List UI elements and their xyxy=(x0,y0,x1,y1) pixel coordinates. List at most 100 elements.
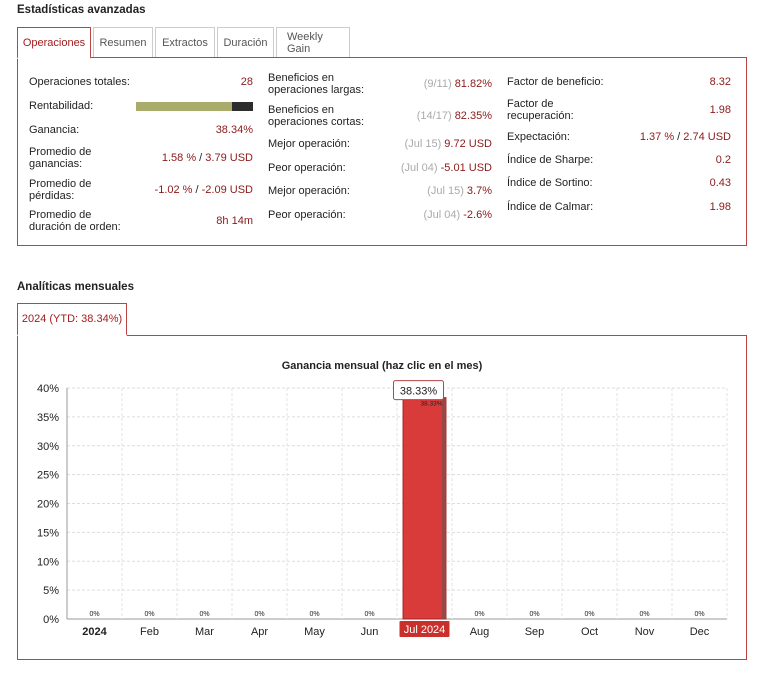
stat-label: Índice de Calmar: xyxy=(507,201,594,213)
tab-resumen[interactable]: Resumen xyxy=(93,27,153,58)
x-tick-label: Nov xyxy=(635,626,655,638)
stat-value: (14/17) 82.35% xyxy=(416,110,492,122)
stat-row-sharpe: Índice de Sharpe: 0.2 xyxy=(507,154,731,166)
bar-value-label: 0% xyxy=(309,611,319,618)
y-tick-label: 15% xyxy=(37,527,59,539)
bar-value-label: 0% xyxy=(639,611,649,618)
bar-value-label: 0% xyxy=(529,611,539,618)
tab-year-2024[interactable]: 2024 (YTD: 38.34%) xyxy=(17,303,127,336)
x-tick-label: Aug xyxy=(470,626,490,638)
stat-label: Factor de beneficio: xyxy=(507,76,604,88)
stat-row-profitability: Rentabilidad: xyxy=(29,100,253,112)
bar-jul[interactable] xyxy=(402,397,447,620)
stat-label: Promedio de pérdidas: xyxy=(29,178,92,202)
stat-value: (9/11) 81.82% xyxy=(423,78,492,90)
x-tick-label: May xyxy=(304,626,325,638)
stat-row-total-ops: Operaciones totales: 28 xyxy=(29,76,253,88)
tooltip-text: 38.33% xyxy=(400,386,438,398)
stat-label: Rentabilidad: xyxy=(29,100,94,112)
monthly-analytics-title: Analíticas mensuales xyxy=(17,281,134,293)
tab-duracion[interactable]: Duración xyxy=(217,27,274,58)
stat-row-recovery-factor: Factor de recuperación: 1.98 xyxy=(507,98,731,122)
tab-extractos[interactable]: Extractos xyxy=(155,27,215,58)
stat-value: 0.43 xyxy=(709,177,731,189)
stat-label: Peor operación: xyxy=(268,162,346,174)
stat-row-short-wins: Beneficios en operaciones cortas: (14/17… xyxy=(268,104,492,128)
operations-panel: Operaciones totales: 28 Rentabilidad: Ga… xyxy=(17,57,747,246)
bar-value-label: 0% xyxy=(254,611,264,618)
stat-label: Promedio de ganancias: xyxy=(29,146,92,170)
x-tick-label: Dec xyxy=(690,626,710,638)
stat-value: (Jul 04) -5.01 USD xyxy=(400,162,492,174)
stat-row-gain: Ganancia: 38.34% xyxy=(29,124,253,136)
bar-value-label: 0% xyxy=(694,611,704,618)
stat-row-long-wins: Beneficios en operaciones largas: (9/11)… xyxy=(268,72,492,96)
stat-label: Beneficios en operaciones cortas: xyxy=(268,104,364,128)
stat-row-expectancy: Expectación: 1.37 % / 2.74 USD xyxy=(507,131,731,143)
stat-label: Mejor operación: xyxy=(268,138,350,150)
stat-value: -1.02 % / -2.09 USD xyxy=(154,184,253,196)
stat-row-best-trade-pct: Mejor operación: (Jul 15) 3.7% xyxy=(268,185,492,197)
stat-label: Beneficios en operaciones largas: xyxy=(268,72,365,96)
profitability-bar-fill xyxy=(136,101,232,111)
stat-value: 1.58 % / 3.79 USD xyxy=(161,152,253,164)
stat-value: 38.34% xyxy=(215,124,253,136)
stat-row-worst-trade-pct: Peor operación: (Jul 04) -2.6% xyxy=(268,209,492,221)
stat-value: 1.98 xyxy=(709,104,731,116)
monthly-gain-chart: 0% 5% 10% 15% 20% 25% 30% 35% 40% 0% 2024 0% Feb 0% Ma… xyxy=(37,380,728,638)
monthly-panel: Ganancia mensual (haz clic en el mes) 0%… xyxy=(17,335,747,660)
stat-value: 1.98 xyxy=(709,201,731,213)
stat-label: Promedio de duración de orden: xyxy=(29,209,121,233)
bar-value-label: 0% xyxy=(144,611,154,618)
advanced-stats-title: Estadísticas avanzadas xyxy=(17,4,146,16)
stat-row-avg-loss: Promedio de pérdidas: -1.02 % / -2.09 US… xyxy=(29,178,253,202)
y-tick-label: 30% xyxy=(37,441,59,453)
stat-label: Factor de recuperación: xyxy=(507,98,574,122)
bar-value-label: 0% xyxy=(584,611,594,618)
tab-weekly-gain[interactable]: Weekly Gain xyxy=(276,27,350,58)
bar-value-label: 0% xyxy=(199,611,209,618)
stat-value: (Jul 04) -2.6% xyxy=(423,209,493,221)
stat-label: Índice de Sharpe: xyxy=(507,154,594,166)
stat-row-best-trade-usd: Mejor operación: (Jul 15) 9.72 USD xyxy=(268,138,492,150)
x-tick-label: Jul 2024 xyxy=(404,624,446,636)
profitability-bar xyxy=(136,101,253,111)
y-tick-label: 35% xyxy=(37,412,59,424)
y-tick-label: 20% xyxy=(37,499,59,511)
y-tick-label: 10% xyxy=(37,556,59,568)
stat-row-profit-factor: Factor de beneficio: 8.32 xyxy=(507,76,731,88)
stat-value: 0.2 xyxy=(715,154,731,166)
stat-label: Peor operación: xyxy=(268,209,346,221)
stat-label: Expectación: xyxy=(507,131,570,143)
stat-value: 1.37 % / 2.74 USD xyxy=(639,131,731,143)
y-tick-label: 5% xyxy=(43,585,59,597)
x-tick-label: Feb xyxy=(140,626,159,638)
y-tick-label: 40% xyxy=(37,383,59,395)
x-tick-label: Apr xyxy=(251,626,268,638)
stat-value: (Jul 15) 9.72 USD xyxy=(404,138,492,150)
x-tick-label: Jun xyxy=(361,626,379,638)
y-tick-label: 0% xyxy=(43,614,59,626)
tab-operaciones[interactable]: Operaciones xyxy=(17,27,91,59)
x-tick-label: 2024 xyxy=(82,626,107,638)
bar-value-label: 0% xyxy=(364,611,374,618)
stat-row-sortino: Índice de Sortino: 0.43 xyxy=(507,177,731,189)
stat-label: Mejor operación: xyxy=(268,185,350,197)
stat-value: 28 xyxy=(240,76,253,88)
stat-label: Índice de Sortino: xyxy=(507,177,593,189)
stat-value: (Jul 15) 3.7% xyxy=(427,185,492,197)
y-tick-label: 25% xyxy=(37,470,59,482)
x-tick-label: Oct xyxy=(581,626,598,638)
bar-shadow xyxy=(441,397,446,619)
stat-row-avg-duration: Promedio de duración de orden: 8h 14m xyxy=(29,209,253,233)
bar-value-label: 38.33% xyxy=(421,401,443,408)
stat-row-avg-win: Promedio de ganancias: 1.58 % / 3.79 USD xyxy=(29,146,253,170)
stat-value: 8.32 xyxy=(709,76,731,88)
stat-value: 8h 14m xyxy=(216,215,253,227)
stat-row-worst-trade-usd: Peor operación: (Jul 04) -5.01 USD xyxy=(268,162,492,174)
stat-row-calmar: Índice de Calmar: 1.98 xyxy=(507,201,731,213)
x-tick-label: Sep xyxy=(525,626,545,638)
advanced-tabs: Operaciones Resumen Extractos Duración W… xyxy=(17,27,350,59)
bar-value-label: 0% xyxy=(89,611,99,618)
stat-label: Operaciones totales: xyxy=(29,76,130,88)
